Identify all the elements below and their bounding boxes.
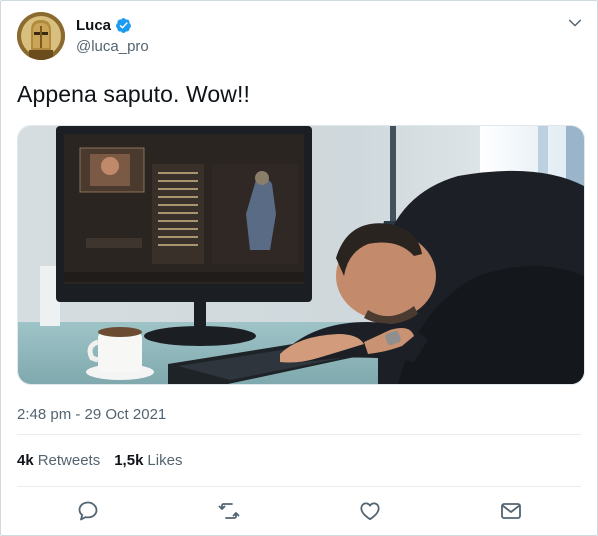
chevron-down-icon[interactable] (567, 15, 583, 31)
tweet-action-bar (1, 499, 597, 525)
reply-icon[interactable] (76, 499, 100, 523)
divider (17, 486, 581, 487)
tweet-card: Luca @luca_pro Appena saputo. Wow!! 2:48… (0, 0, 598, 536)
mail-icon[interactable] (499, 499, 523, 523)
likes-label: Likes (147, 452, 183, 469)
avatar[interactable] (17, 12, 65, 60)
retweets-label: Retweets (37, 452, 101, 469)
user-handle[interactable]: @luca_pro (76, 38, 149, 55)
tweet-media-photo[interactable] (17, 125, 585, 385)
knight-helmet-avatar-image (17, 12, 65, 60)
tweet-timestamp[interactable]: 2:48 pm - 29 Oct 2021 (17, 406, 166, 423)
likes-stat[interactable]: 1,5k Likes (114, 452, 182, 469)
retweet-icon[interactable] (217, 499, 241, 523)
photo-man-sleeping-at-computer (18, 126, 584, 384)
verified-badge-icon (116, 18, 131, 33)
display-name[interactable]: Luca (76, 17, 111, 34)
retweets-count: 4k (17, 452, 34, 469)
divider (17, 434, 581, 435)
likes-count: 1,5k (114, 452, 144, 469)
tweet-text: Appena saputo. Wow!! (17, 81, 250, 107)
retweets-stat[interactable]: 4k Retweets (17, 452, 100, 469)
tweet-stats: 4k Retweets 1,5k Likes (17, 452, 182, 469)
user-name-row[interactable]: Luca (76, 17, 132, 34)
heart-icon[interactable] (358, 499, 382, 523)
